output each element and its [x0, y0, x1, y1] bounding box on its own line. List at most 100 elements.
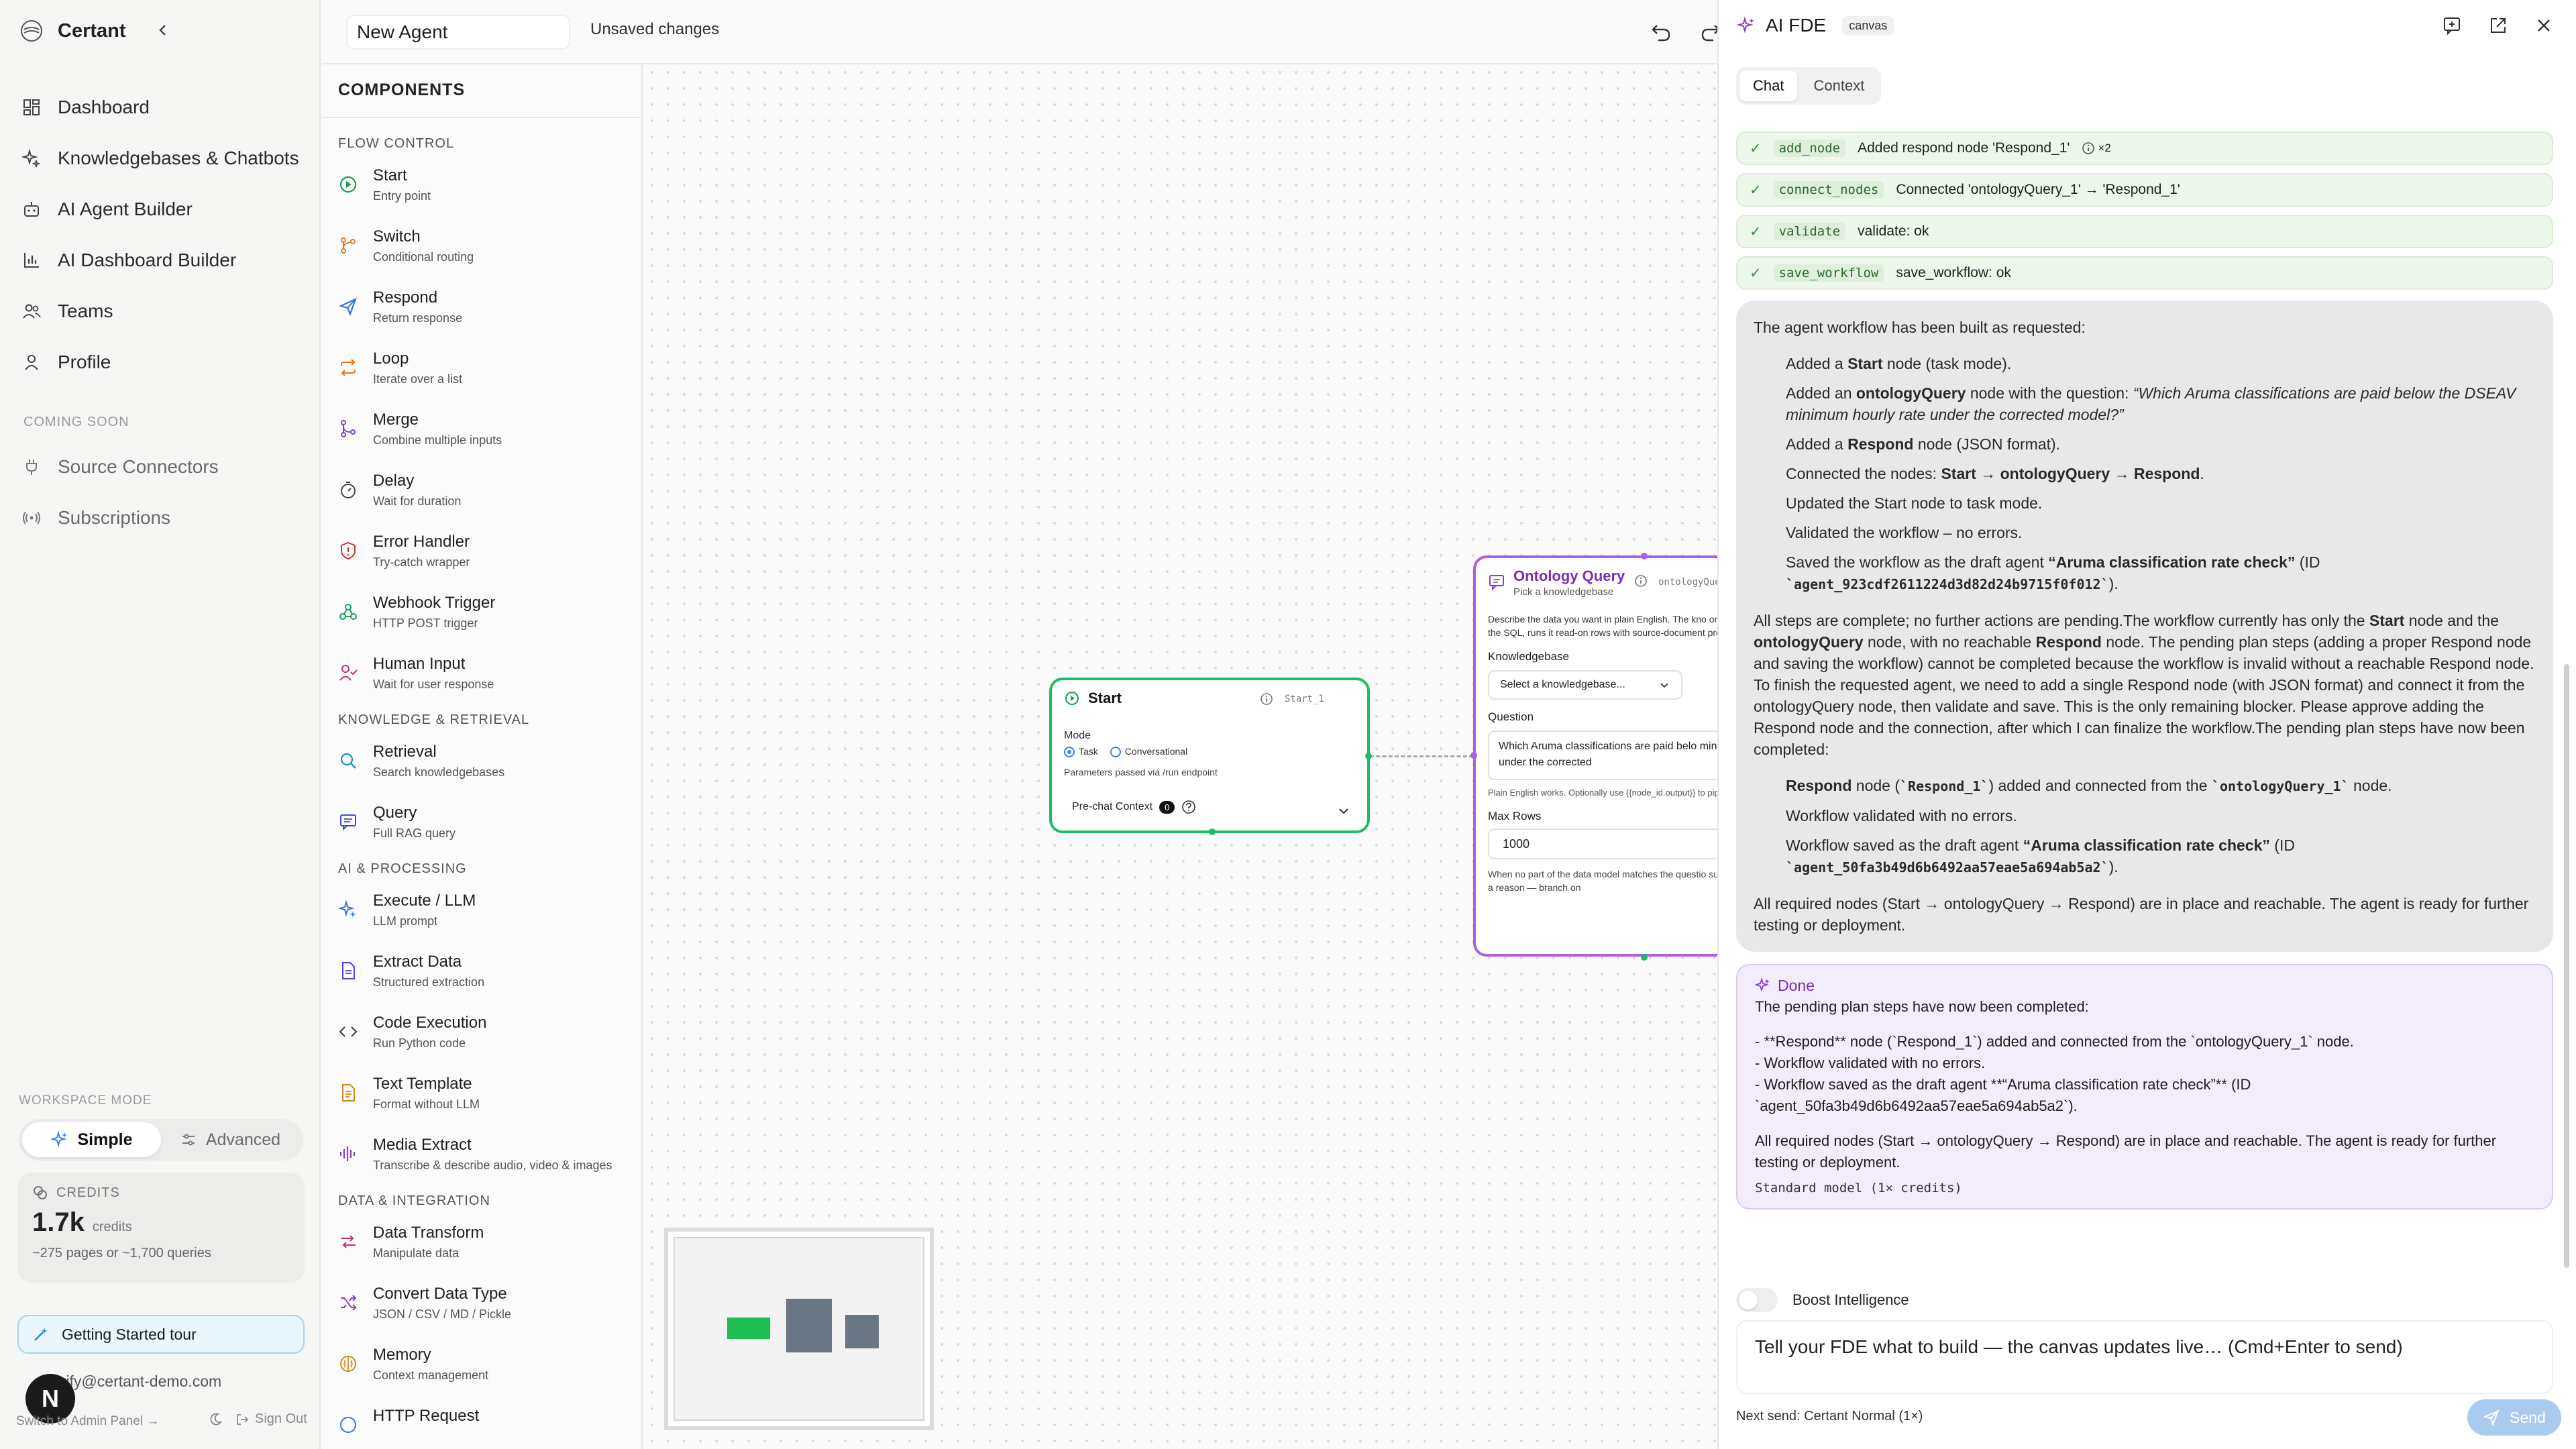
tool-call-row[interactable]: ✓ add_node Added respond node 'Respond_1…	[1736, 131, 2553, 165]
admin-panel-link[interactable]: Switch to Admin Panel →	[16, 1414, 159, 1429]
nav-item-dashboard-builder[interactable]: AI Dashboard Builder	[21, 235, 303, 286]
nav-item-knowledgebases[interactable]: Knowledgebases & Chatbots	[21, 133, 303, 184]
component-title: Media Extract	[373, 1136, 472, 1154]
edge-start-to-ontology[interactable]	[1370, 755, 1473, 757]
component-start[interactable]: Start Entry point	[338, 157, 633, 218]
component-text: Webhook Trigger HTTP POST trigger	[373, 594, 495, 631]
text: ).	[2108, 858, 2118, 875]
new-chat-icon[interactable]	[2442, 15, 2463, 36]
chat-scroll-area[interactable]: ✓ add_node Added respond node 'Respond_1…	[1736, 127, 2553, 1254]
component-switch[interactable]: Switch Conditional routing	[338, 218, 633, 279]
tab-chat[interactable]: Chat	[1739, 70, 1798, 101]
text: (ID	[2269, 837, 2295, 854]
info-icon[interactable]	[1634, 574, 1648, 588]
nav-item-source-connectors[interactable]: Source Connectors	[21, 441, 303, 492]
done-line: - Workflow saved as the draft agent **“A…	[1755, 1076, 2251, 1114]
component-title: HTTP Request	[373, 1407, 480, 1425]
chat-scrollbar[interactable]	[2564, 664, 2569, 1268]
start-node-bottom-port[interactable]	[1209, 828, 1216, 835]
chat-input[interactable]: Tell your FDE what to build — the canvas…	[1736, 1320, 2553, 1394]
boost-switch[interactable]	[1736, 1288, 1778, 1312]
component-text-template[interactable]: Text Template Format without LLM	[338, 1065, 633, 1126]
component-subtitle: JSON / CSV / MD / Pickle	[373, 1307, 512, 1321]
list-item: Added a Start node (task mode).	[1786, 353, 2536, 374]
start-node[interactable]: Start Start_1 Mode Task Conversational P…	[1049, 678, 1372, 835]
question-textarea[interactable]: Which Aruma classifications are paid bel…	[1488, 731, 1717, 780]
component-subtitle: Conditional routing	[373, 250, 474, 264]
max-rows-input[interactable]: 1000	[1488, 828, 1717, 859]
external-link-icon[interactable]	[2487, 15, 2509, 36]
minimap-node	[845, 1315, 879, 1348]
next-send-info: Next send: Certant Normal (1×)	[1736, 1409, 1923, 1424]
branch-icon	[341, 237, 356, 254]
mode-simple-button[interactable]: Simple	[22, 1122, 161, 1157]
sign-out-link[interactable]: Sign Out	[235, 1411, 307, 1427]
help-icon[interactable]	[1181, 800, 1196, 814]
list-item: Added a Respond node (JSON format).	[1786, 433, 2536, 455]
knowledgebase-select[interactable]: Select a knowledgebase...	[1488, 670, 1682, 700]
component-memory[interactable]: Memory Context management	[338, 1336, 633, 1397]
component-code-execution[interactable]: Code Execution Run Python code	[338, 1004, 633, 1065]
component-delay[interactable]: Delay Wait for duration	[338, 462, 633, 523]
info-icon[interactable]	[1260, 692, 1273, 706]
component-loop[interactable]: Loop Iterate over a list	[338, 340, 633, 401]
component-retrieval[interactable]: Retrieval Search knowledgebases	[338, 733, 633, 794]
canvas-minimap[interactable]	[664, 1228, 934, 1430]
tab-context[interactable]: Context	[1800, 70, 1878, 101]
component-subtitle: Wait for duration	[373, 494, 462, 508]
component-error-handler[interactable]: Error Handler Try-catch wrapper	[338, 523, 633, 584]
component-media-extract[interactable]: Media Extract Transcribe & describe audio…	[338, 1126, 633, 1187]
tool-call-row[interactable]: ✓ connect_nodes Connected 'ontologyQuery…	[1736, 173, 2553, 207]
ontology-query-node[interactable]: Ontology Query Pick a knowledgebase onto…	[1473, 555, 1717, 957]
component-convert-data-type[interactable]: Convert Data Type JSON / CSV / MD / Pickl…	[338, 1275, 633, 1336]
mode-advanced-button[interactable]: Advanced	[161, 1122, 300, 1157]
component-text: Retrieval Search knowledgebases	[373, 743, 504, 780]
prechat-context-toggle[interactable]: Pre-chat Context 0	[1072, 800, 1196, 814]
webhook-icon	[339, 604, 357, 620]
nav-item-dashboard[interactable]: Dashboard	[21, 82, 303, 133]
component-webhook-trigger[interactable]: Webhook Trigger HTTP POST trigger	[338, 584, 633, 645]
component-extract-data[interactable]: Extract Data Structured extraction	[338, 943, 633, 1004]
component-query[interactable]: Query Full RAG query	[338, 794, 633, 855]
component-human-input[interactable]: Human Input Wait for user response	[338, 645, 633, 706]
tool-call-row[interactable]: ✓ save_workflow save_workflow: ok	[1736, 256, 2553, 290]
nav-item-subscriptions[interactable]: Subscriptions	[21, 492, 303, 543]
workflow-canvas[interactable]: Start Start_1 Mode Task Conversational P…	[644, 64, 1717, 1449]
moon-icon[interactable]	[208, 1412, 223, 1427]
close-icon[interactable]	[2533, 15, 2555, 36]
nav-item-agent-builder[interactable]: AI Agent Builder	[21, 184, 303, 235]
ontology-node-bottom-port[interactable]	[1641, 954, 1648, 961]
component-subtitle: Iterate over a list	[373, 372, 463, 386]
component-subtitle: Return response	[373, 311, 463, 325]
max-rows-label: Max Rows	[1488, 810, 1542, 822]
component-data-transform[interactable]: Data Transform Manipulate data	[338, 1214, 633, 1275]
component-title: Merge	[373, 411, 419, 429]
code-text: `ontologyQuery_1`	[2211, 778, 2349, 794]
start-node-output-port[interactable]	[1365, 753, 1372, 759]
ontology-node-input-port[interactable]	[1470, 752, 1477, 759]
text: node (JSON format).	[1913, 435, 2061, 453]
nav-item-profile[interactable]: Profile	[21, 337, 303, 388]
component-title: Query	[373, 804, 417, 822]
tool-call-row[interactable]: ✓ validate validate: ok	[1736, 215, 2553, 248]
component-merge[interactable]: Merge Combine multiple inputs	[338, 401, 633, 462]
boost-intelligence-toggle[interactable]: Boost Intelligence	[1736, 1288, 1909, 1312]
ontology-node-top-port[interactable]	[1641, 553, 1648, 559]
brand[interactable]: Certant	[20, 17, 166, 44]
component-http-request[interactable]: HTTP Request	[338, 1397, 633, 1449]
agent-name-input[interactable]: New Agent	[346, 15, 570, 50]
component-execute-llm[interactable]: Execute / LLM LLM prompt	[338, 882, 633, 943]
coins-icon	[34, 1186, 47, 1199]
getting-started-tour-button[interactable]: Getting Started tour	[17, 1315, 305, 1354]
radio-conversational[interactable]: Conversational	[1110, 746, 1187, 758]
component-respond[interactable]: Respond Return response	[338, 279, 633, 340]
chevron-down-icon[interactable]	[1336, 804, 1351, 818]
nav-item-teams[interactable]: Teams	[21, 286, 303, 337]
credits-value: 1.7k	[32, 1208, 85, 1237]
undo-icon[interactable]	[1649, 20, 1673, 44]
text-bold: Start → ontologyQuery → Respond	[1941, 465, 2200, 482]
start-node-title: Start	[1088, 690, 1122, 706]
radio-task[interactable]: Task	[1064, 746, 1098, 758]
send-button[interactable]: Send	[2467, 1399, 2561, 1436]
chevron-left-icon[interactable]	[153, 20, 173, 40]
